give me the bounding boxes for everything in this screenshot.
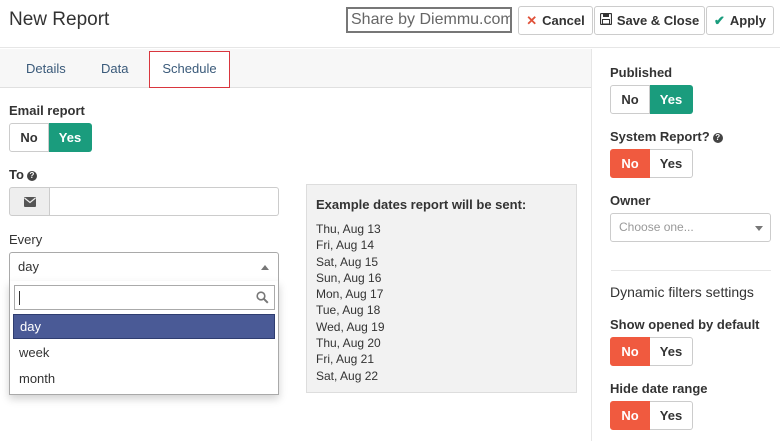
apply-button[interactable]: ✔ Apply: [706, 6, 774, 35]
list-item: Tue, Aug 18: [316, 303, 381, 318]
email-report-yes-button[interactable]: Yes: [49, 123, 92, 152]
cancel-button-label: Cancel: [542, 13, 585, 28]
help-icon[interactable]: ?: [26, 171, 37, 181]
every-option-month[interactable]: month: [13, 366, 275, 391]
tab-details[interactable]: Details: [26, 49, 66, 88]
example-dates-list: Thu, Aug 13 Fri, Aug 14 Sat, Aug 15 Sun,…: [316, 221, 385, 384]
text-cursor: [19, 291, 20, 305]
show-opened-no-button[interactable]: No: [610, 337, 650, 366]
save-close-button[interactable]: Save & Close: [594, 6, 705, 35]
tab-schedule[interactable]: Schedule: [149, 51, 230, 88]
example-dates-title: Example dates report will be sent:: [316, 197, 527, 212]
search-icon: [256, 291, 269, 307]
published-toggle: No Yes: [610, 85, 693, 114]
list-item: Sat, Aug 15: [316, 254, 379, 269]
hide-date-range-toggle: No Yes: [610, 401, 693, 430]
list-item: Sun, Aug 16: [316, 270, 382, 285]
system-report-yes-button[interactable]: Yes: [650, 149, 693, 178]
to-email-input[interactable]: [50, 187, 279, 216]
to-label-text: To: [9, 167, 24, 182]
owner-select[interactable]: Choose one...: [610, 213, 771, 242]
example-dates-panel: Example dates report will be sent: Thu, …: [306, 184, 577, 393]
apply-button-label: Apply: [729, 13, 767, 28]
list-item: Sat, Aug 22: [316, 368, 379, 383]
list-item: Fri, Aug 21: [316, 352, 375, 367]
sidebar-divider: [611, 270, 771, 271]
save-icon: [599, 12, 612, 28]
published-no-button[interactable]: No: [610, 85, 650, 114]
system-report-label-text: System Report?: [610, 129, 710, 144]
show-opened-yes-button[interactable]: Yes: [650, 337, 693, 366]
system-report-toggle: No Yes: [610, 149, 693, 178]
page-header: New Report Share by Diemmu.com ✕ Cancel …: [0, 0, 780, 48]
caret-up-icon: [261, 265, 269, 270]
every-label: Every: [9, 232, 43, 247]
every-selected-value: day: [18, 259, 39, 274]
to-input-group: [9, 187, 279, 216]
tab-bar: Details Data Schedule: [0, 49, 591, 88]
hide-date-range-no-button[interactable]: No: [610, 401, 650, 430]
hide-date-range-label: Hide date range: [610, 381, 708, 396]
help-icon[interactable]: ?: [712, 133, 723, 143]
check-icon: ✔: [713, 12, 725, 28]
system-report-no-button[interactable]: No: [610, 149, 650, 178]
tab-data[interactable]: Data: [101, 49, 128, 88]
list-item: Mon, Aug 17: [316, 287, 384, 302]
to-label: To?: [9, 167, 37, 182]
save-close-button-label: Save & Close: [616, 13, 700, 28]
every-option-week[interactable]: week: [13, 340, 275, 365]
every-search-input[interactable]: [14, 285, 275, 310]
published-yes-button[interactable]: Yes: [650, 85, 693, 114]
show-opened-toggle: No Yes: [610, 337, 693, 366]
list-item: Thu, Aug 13: [316, 222, 381, 236]
page-title: New Report: [9, 9, 110, 30]
every-dropdown: day week month: [9, 281, 279, 395]
cancel-button[interactable]: ✕ Cancel: [518, 6, 593, 35]
published-label: Published: [610, 65, 673, 80]
close-icon: ✕: [526, 12, 538, 28]
email-report-toggle: No Yes: [9, 123, 92, 152]
owner-placeholder: Choose one...: [619, 220, 694, 234]
list-item: Wed, Aug 19: [316, 319, 385, 334]
watermark-text: Share by Diemmu.com: [346, 7, 512, 33]
email-report-no-button[interactable]: No: [9, 123, 49, 152]
list-item: Thu, Aug 20: [316, 336, 381, 351]
dynamic-filters-heading: Dynamic filters settings: [610, 284, 754, 300]
owner-label: Owner: [610, 193, 651, 208]
system-report-label: System Report??: [610, 129, 723, 144]
caret-down-icon: [755, 226, 763, 231]
show-opened-label: Show opened by default: [610, 317, 760, 332]
every-option-day[interactable]: day: [13, 314, 275, 339]
hide-date-range-yes-button[interactable]: Yes: [650, 401, 693, 430]
email-report-label: Email report: [9, 103, 85, 118]
list-item: Fri, Aug 14: [316, 238, 375, 253]
every-select[interactable]: day: [9, 252, 279, 282]
envelope-icon: [9, 187, 50, 216]
